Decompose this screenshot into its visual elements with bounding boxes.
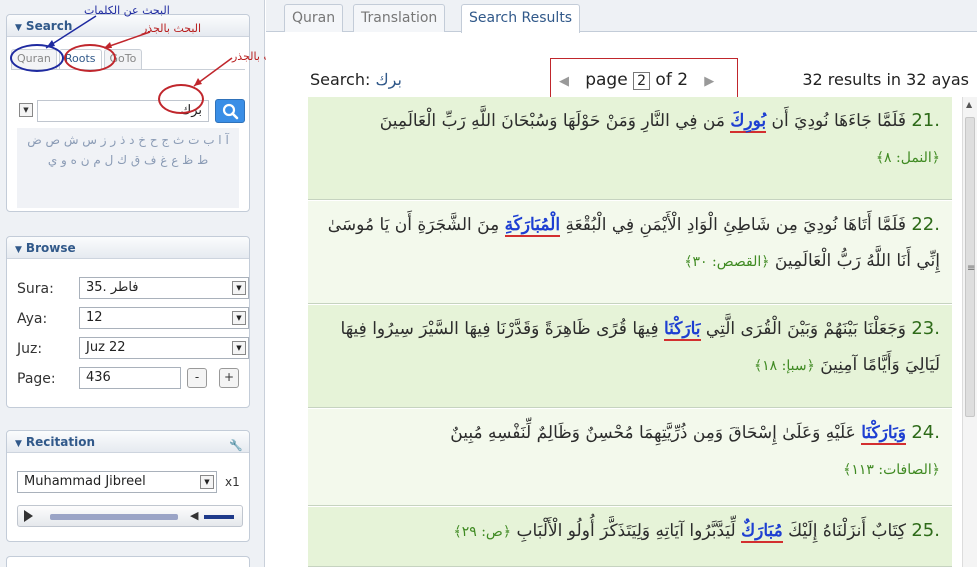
current-page-input[interactable]: 2: [633, 72, 651, 90]
search-panel-header[interactable]: ▼ Search: [7, 15, 249, 37]
of-word: of: [655, 70, 672, 90]
main-tabbar: Quran Translation Search Results: [266, 0, 977, 33]
result-aya-21[interactable]: 21. فَلَمَّا جَاءَهَا نُودِيَ أَن بُورِك…: [308, 97, 952, 200]
highlighted-word: مُبَارَكٌ: [741, 521, 783, 543]
chevron-down-icon: ▼: [23, 106, 29, 114]
main-content: Quran Translation Search Results Search:…: [266, 0, 977, 567]
browse-panel-title: Browse: [25, 241, 76, 255]
page-label: Page:: [17, 371, 56, 387]
aya-text-before: كِتَابٌ أَنزَلْنَاهُ إِلَيْكَ: [782, 521, 906, 541]
annotation-root-search: البحث بالجذر: [142, 22, 202, 35]
aya-number: 23.: [911, 318, 940, 339]
sidebar: ▼ Search Quran Roots GoTo ▼ برك آ ا ب ت ث…: [0, 0, 316, 567]
collapse-icon: ▼: [15, 439, 22, 449]
recitation-panel-title: Recitation: [25, 435, 95, 449]
tab-quran[interactable]: Quran: [284, 4, 344, 32]
aya-text-before: فَلَمَّا جَاءَهَا نُودِيَ أَن: [766, 111, 906, 131]
aya-reference[interactable]: ﴿القصص: ٣٠﴾: [684, 254, 769, 270]
collapse-icon: ▼: [15, 23, 22, 33]
search-icon: [222, 103, 239, 120]
aya-text-before: فَلَمَّا أَتَاهَا نُودِيَ مِن شَاطِئِ ال…: [560, 215, 906, 235]
result-aya-22[interactable]: 22. فَلَمَّا أَتَاهَا نُودِيَ مِن شَاطِئ…: [308, 201, 952, 304]
scroll-up-icon[interactable]: ▲: [966, 100, 972, 109]
scroll-grip-icon: ≡: [967, 263, 976, 274]
aya-value: 12: [86, 310, 103, 325]
recitation-panel: ▼ Recitation 🔧 Muhammad Jibreel ▼ x1 ◀: [6, 430, 250, 542]
sura-value: 35. فاطر: [86, 280, 139, 295]
aya-reference[interactable]: ﴿ص: ٢٩﴾: [454, 524, 512, 540]
result-aya-23[interactable]: 23. وَجَعَلْنَا بَيْنَهُمْ وَبَيْنَ الْق…: [308, 305, 952, 408]
aya-reference[interactable]: ﴿الصافات: ١١٣﴾: [843, 462, 940, 478]
aya-number: 22.: [911, 214, 940, 235]
tab-search-results[interactable]: Search Results: [461, 4, 581, 33]
wrench-icon[interactable]: 🔧: [229, 435, 243, 452]
results-count: 32 results in 32 ayas: [802, 70, 969, 89]
pagination: ◀ page 2 of 2 ▶: [550, 58, 738, 100]
highlighted-word: الْمُبَارَكَةِ: [504, 215, 561, 237]
next-panel-edge: [6, 556, 250, 567]
audio-player: ◀: [17, 505, 243, 527]
highlighted-word: بَارَكْنَا: [664, 319, 701, 341]
highlighted-word: بُورِكَ: [730, 111, 767, 133]
aya-label: Aya:: [17, 311, 48, 327]
collapse-icon: ▼: [15, 245, 22, 255]
annotation-oval-query: [158, 84, 204, 114]
juz-label: Juz:: [17, 341, 43, 357]
chevron-down-icon: ▼: [232, 281, 246, 295]
total-pages: 2: [677, 70, 689, 90]
search-button[interactable]: [215, 99, 245, 123]
aya-text-after: عَلَيْهِ وَعَلَىٰ إِسْحَاقَ وَمِن ذُرِّي…: [450, 423, 862, 443]
aya-reference[interactable]: ﴿النمل: ٨﴾: [876, 150, 940, 166]
search-results-list: 21. فَلَمَّا جَاءَهَا نُودِيَ أَن بُورِك…: [308, 97, 952, 567]
juz-value: Juz 22: [86, 340, 126, 355]
aya-number: 25.: [911, 520, 940, 541]
search-type-dropdown[interactable]: ▼: [19, 103, 33, 117]
progress-track[interactable]: [50, 514, 178, 520]
volume-icon[interactable]: ◀: [190, 509, 198, 522]
tab-translation[interactable]: Translation: [353, 4, 446, 32]
page-plus-button[interactable]: +: [219, 368, 239, 388]
juz-select[interactable]: Juz 22 ▼: [79, 337, 249, 359]
play-icon[interactable]: [24, 510, 33, 522]
search-summary: Search: برك: [310, 70, 402, 89]
search-panel-title: Search: [25, 19, 73, 33]
result-aya-24[interactable]: 24. وَبَارَكْنَا عَلَيْهِ وَعَلَىٰ إِسْح…: [308, 409, 952, 506]
chevron-down-icon: ▼: [232, 311, 246, 325]
page-input[interactable]: 436: [79, 367, 181, 389]
reciter-select[interactable]: Muhammad Jibreel ▼: [17, 471, 217, 493]
search-label: Search:: [310, 70, 371, 89]
prev-page-icon[interactable]: ◀: [559, 74, 569, 89]
chevron-down-icon: ▼: [200, 475, 214, 489]
page-minus-button[interactable]: -: [187, 368, 207, 388]
aya-text-before: وَجَعَلْنَا بَيْنَهُمْ وَبَيْنَ الْقُرَى…: [700, 319, 906, 339]
highlighted-word: وَبَارَكْنَا: [861, 423, 906, 445]
arabic-letter-keyboard[interactable]: آ ا ب ت ث ج ح خ د ذ ر ز س ش ص ض ط ظ ع غ …: [17, 128, 239, 208]
result-aya-25[interactable]: 25. كِتَابٌ أَنزَلْنَاهُ إِلَيْكَ مُبَار…: [308, 507, 952, 567]
aya-number: 24.: [911, 422, 940, 443]
aya-text-after: مَن فِي النَّارِ وَمَنْ حَوْلَهَا وَسُبْ…: [379, 111, 731, 131]
sura-label: Sura:: [17, 281, 54, 297]
aya-select[interactable]: 12 ▼: [79, 307, 249, 329]
volume-slider[interactable]: [204, 515, 234, 519]
browse-panel: ▼ Browse Sura: 35. فاطر ▼ Aya: 12 ▼ Juz: Ju…: [6, 236, 250, 408]
aya-number: 21.: [911, 110, 940, 131]
browse-panel-header[interactable]: ▼ Browse: [7, 237, 249, 259]
page-word: page: [585, 70, 628, 90]
annotation-oval-roots: [64, 44, 116, 72]
annotation-oval-quran: [10, 44, 64, 72]
aya-text-after: لِّيَدَّبَّرُوا آيَاتِهِ وَلِيَتَذَكَّرَ…: [516, 521, 742, 541]
next-page-icon[interactable]: ▶: [704, 74, 714, 89]
search-query-display: برك: [375, 70, 402, 89]
results-scrollbar[interactable]: ▲ ≡: [962, 97, 977, 567]
sura-select[interactable]: 35. فاطر ▼: [79, 277, 249, 299]
chevron-down-icon: ▼: [232, 341, 246, 355]
aya-reference[interactable]: ﴿سبإ: ١٨﴾: [754, 358, 815, 374]
app-root: ▼ Search Quran Roots GoTo ▼ برك آ ا ب ت ث…: [0, 0, 977, 567]
playback-speed[interactable]: x1: [225, 475, 240, 489]
annotation-word-search: البحث عن الكلمات: [84, 4, 170, 17]
recitation-panel-header[interactable]: ▼ Recitation 🔧: [7, 431, 249, 453]
reciter-value: Muhammad Jibreel: [24, 474, 146, 489]
